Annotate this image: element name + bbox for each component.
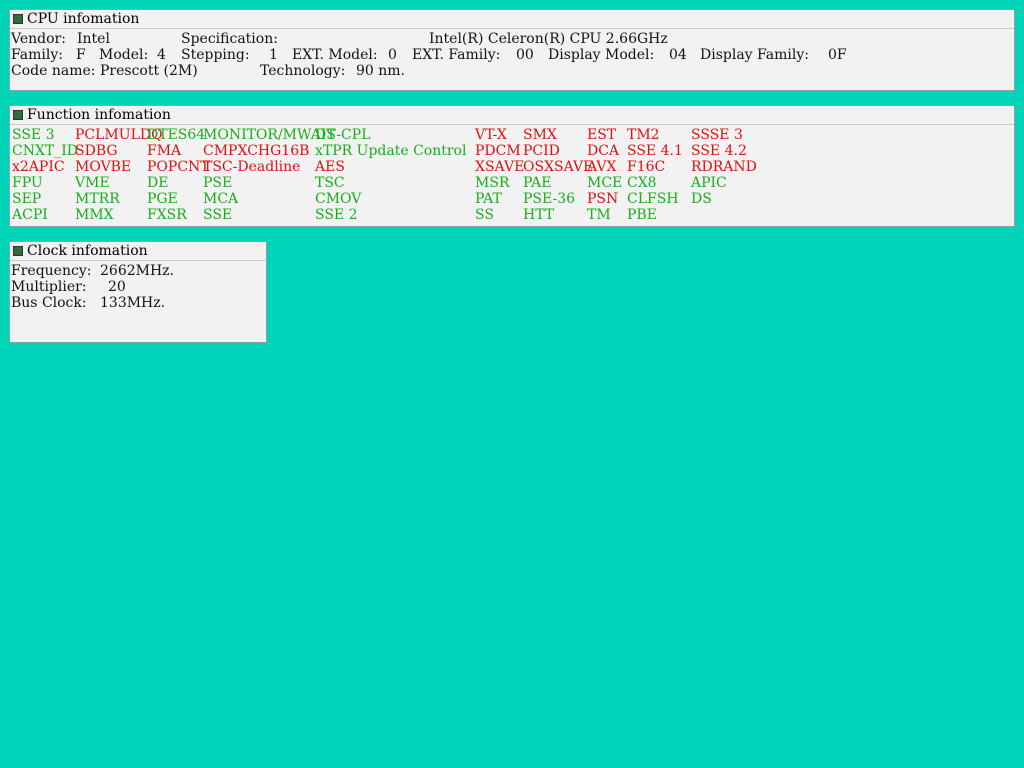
multiplier-value: 20 bbox=[108, 279, 126, 295]
panel-square-icon bbox=[13, 110, 23, 120]
clock-info-panel: Clock infomation Frequency: 2662MHz. Mul… bbox=[9, 241, 267, 343]
cpu-info-title: CPU infomation bbox=[27, 11, 140, 27]
function-info-panel: Function infomation SSE 3 PCLMULDQ DTES64 M… bbox=[9, 105, 1015, 227]
feature-flag: MSR bbox=[475, 175, 510, 191]
display-model-value: 04 bbox=[669, 47, 687, 63]
feature-flag: SSSE 3 bbox=[691, 127, 743, 143]
feature-flag: CNXT_ID bbox=[12, 143, 79, 159]
feature-flag: APIC bbox=[691, 175, 727, 191]
feature-flag: TM bbox=[587, 207, 611, 223]
multiplier-label: Multiplier: bbox=[11, 279, 87, 295]
feature-flag: EST bbox=[587, 127, 617, 143]
cpu-info-panel: CPU infomation Vendor: Intel Specificati… bbox=[9, 9, 1015, 91]
clock-info-header: Clock infomation bbox=[10, 242, 266, 261]
vendor-label: Vendor: bbox=[11, 31, 66, 47]
feature-flag: FXSR bbox=[147, 207, 187, 223]
feature-flag: AES bbox=[315, 159, 345, 175]
ext-model-value: 0 bbox=[388, 47, 397, 63]
stepping-value: 1 bbox=[269, 47, 278, 63]
code-name-label: Code name: bbox=[11, 63, 96, 79]
feature-flag: PAE bbox=[523, 175, 552, 191]
frequency-label: Frequency: bbox=[11, 263, 92, 279]
feature-flag: PGE bbox=[147, 191, 178, 207]
feature-flag: PCID bbox=[523, 143, 560, 159]
feature-flag: HTT bbox=[523, 207, 555, 223]
family-label: Family: bbox=[11, 47, 63, 63]
feature-flag: DE bbox=[147, 175, 169, 191]
bus-clock-value: 133MHz. bbox=[100, 295, 166, 311]
feature-flag: PSN bbox=[587, 191, 619, 207]
stepping-label: Stepping: bbox=[181, 47, 250, 63]
feature-flag: MCA bbox=[203, 191, 239, 207]
frequency-value: 2662MHz. bbox=[100, 263, 174, 279]
feature-flag: FPU bbox=[12, 175, 43, 191]
feature-flag: ACPI bbox=[12, 207, 48, 223]
technology-value: 90 nm. bbox=[356, 63, 406, 79]
feature-flag: OSXSAVE bbox=[523, 159, 594, 175]
function-info-title: Function infomation bbox=[27, 107, 171, 123]
feature-flag: xTPR Update Control bbox=[315, 143, 467, 159]
feature-flag: SSE 4.2 bbox=[691, 143, 747, 159]
feature-flag: MCE bbox=[587, 175, 623, 191]
feature-flag: SSE 3 bbox=[12, 127, 55, 143]
spec-value: Intel(R) Celeron(R) CPU 2.66GHz bbox=[429, 31, 668, 47]
panel-square-icon bbox=[13, 14, 23, 24]
clock-info-title: Clock infomation bbox=[27, 243, 148, 259]
feature-flag: MMX bbox=[75, 207, 114, 223]
display-family-value: 0F bbox=[828, 47, 847, 63]
model-label: Model: bbox=[99, 47, 149, 63]
feature-flag: DTES64 bbox=[147, 127, 206, 143]
feature-flag: CMPXCHG16B bbox=[203, 143, 310, 159]
vendor-value: Intel bbox=[77, 31, 110, 47]
function-info-header: Function infomation bbox=[10, 106, 1014, 125]
feature-flag: TM2 bbox=[627, 127, 660, 143]
ext-model-label: EXT. Model: bbox=[292, 47, 378, 63]
feature-flag: DCA bbox=[587, 143, 620, 159]
code-name-value: Prescott (2M) bbox=[100, 63, 198, 79]
feature-flag: x2APIC bbox=[12, 159, 65, 175]
feature-flag: MOVBE bbox=[75, 159, 132, 175]
ext-family-label: EXT. Family: bbox=[412, 47, 501, 63]
feature-flag: CX8 bbox=[627, 175, 657, 191]
panel-square-icon bbox=[13, 246, 23, 256]
spec-label: Specification: bbox=[181, 31, 278, 47]
feature-flag: XSAVE bbox=[475, 159, 525, 175]
model-value: 4 bbox=[157, 47, 166, 63]
feature-flag: CLFSH bbox=[627, 191, 679, 207]
feature-flag: MTRR bbox=[75, 191, 120, 207]
feature-flag: FMA bbox=[147, 143, 182, 159]
feature-flag: TSC bbox=[315, 175, 345, 191]
feature-flag: SEP bbox=[12, 191, 42, 207]
feature-flag: F16C bbox=[627, 159, 666, 175]
feature-flag: VME bbox=[75, 175, 110, 191]
feature-flag: DS-CPL bbox=[315, 127, 371, 143]
feature-flag: RDRAND bbox=[691, 159, 757, 175]
cpu-info-header: CPU infomation bbox=[10, 10, 1014, 29]
family-value: F bbox=[76, 47, 86, 63]
display-family-label: Display Family: bbox=[700, 47, 809, 63]
feature-flag: SDBG bbox=[75, 143, 118, 159]
display-model-label: Display Model: bbox=[548, 47, 655, 63]
feature-flag: AVX bbox=[587, 159, 617, 175]
feature-flag: PDCM bbox=[475, 143, 521, 159]
feature-flag: VT-X bbox=[475, 127, 507, 143]
feature-flag: TSC-Deadline bbox=[203, 159, 301, 175]
feature-flag: SSE 2 bbox=[315, 207, 358, 223]
feature-flag: SMX bbox=[523, 127, 557, 143]
feature-flag: PBE bbox=[627, 207, 657, 223]
bus-clock-label: Bus Clock: bbox=[11, 295, 87, 311]
feature-flag: SSE 4.1 bbox=[627, 143, 683, 159]
feature-flag: PSE-36 bbox=[523, 191, 576, 207]
feature-flag: SSE bbox=[203, 207, 233, 223]
feature-flag: SS bbox=[475, 207, 494, 223]
technology-label: Technology: bbox=[260, 63, 346, 79]
feature-flag: PAT bbox=[475, 191, 502, 207]
feature-flag: POPCNT bbox=[147, 159, 210, 175]
feature-flag: DS bbox=[691, 191, 712, 207]
feature-flag: PSE bbox=[203, 175, 233, 191]
ext-family-value: 00 bbox=[516, 47, 534, 63]
feature-flag: CMOV bbox=[315, 191, 362, 207]
